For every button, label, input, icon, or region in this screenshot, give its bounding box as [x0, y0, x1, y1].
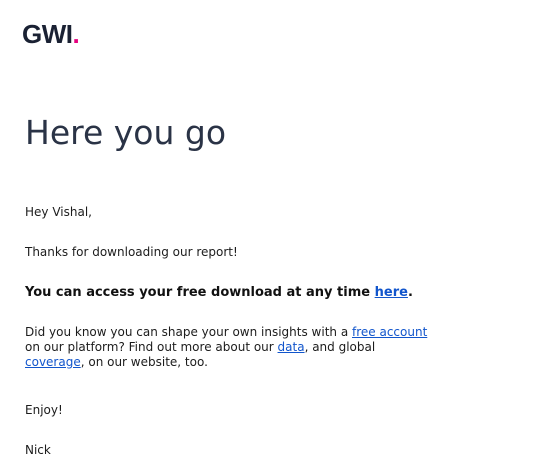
signature-text: Nick — [25, 443, 51, 457]
free-account-link[interactable]: free account — [352, 325, 427, 339]
signoff-text: Enjoy! — [25, 403, 63, 417]
coverage-link[interactable]: coverage — [25, 355, 81, 369]
gwi-logo[interactable]: GWI. — [22, 19, 80, 49]
insights-text-3: , and global — [304, 340, 376, 354]
insights-text-2: on our platform? Find out more about our — [25, 340, 278, 354]
thanks-text: Thanks for downloading our report! — [25, 245, 238, 259]
insights-paragraph: Did you know you can shape your own insi… — [25, 325, 505, 370]
insights-text-4: , on our website, too. — [80, 355, 208, 369]
data-link[interactable]: data — [278, 340, 305, 354]
email-heading: Here you go — [25, 113, 227, 152]
access-end: . — [407, 285, 413, 300]
access-text: You can access your free download at any… — [25, 285, 375, 300]
here-link[interactable]: here — [375, 285, 408, 300]
greeting-text: Hey Vishal, — [25, 205, 92, 219]
logo-dot: . — [72, 19, 80, 49]
insights-text-1: Did you know you can shape your own insi… — [25, 325, 352, 339]
access-paragraph: You can access your free download at any… — [25, 285, 525, 300]
logo-text: GWI — [22, 19, 73, 49]
